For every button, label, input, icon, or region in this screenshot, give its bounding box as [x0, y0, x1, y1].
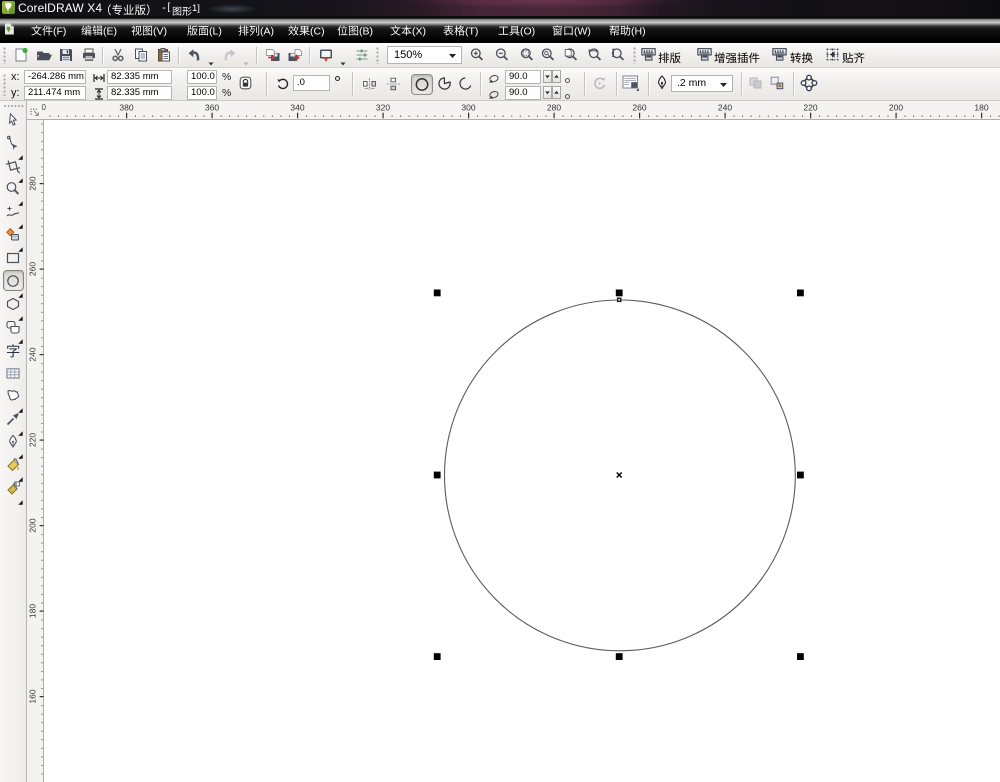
svg-text:200: 200 — [28, 518, 38, 532]
svg-text:180: 180 — [28, 604, 38, 618]
svg-text:180: 180 — [974, 103, 988, 113]
svg-text:320: 320 — [376, 103, 390, 113]
svg-text:260: 260 — [632, 103, 646, 113]
svg-text:300: 300 — [461, 103, 475, 113]
svg-text:360: 360 — [205, 103, 219, 113]
svg-text:380: 380 — [119, 103, 133, 113]
svg-text:260: 260 — [28, 262, 38, 276]
svg-text:280: 280 — [28, 176, 38, 190]
svg-text:340: 340 — [290, 103, 304, 113]
svg-text:220: 220 — [803, 103, 817, 113]
svg-text:200: 200 — [889, 103, 903, 113]
svg-text:240: 240 — [28, 347, 38, 361]
svg-text:280: 280 — [547, 103, 561, 113]
svg-text:220: 220 — [28, 433, 38, 447]
svg-text:240: 240 — [718, 103, 732, 113]
svg-text:160: 160 — [28, 689, 38, 703]
